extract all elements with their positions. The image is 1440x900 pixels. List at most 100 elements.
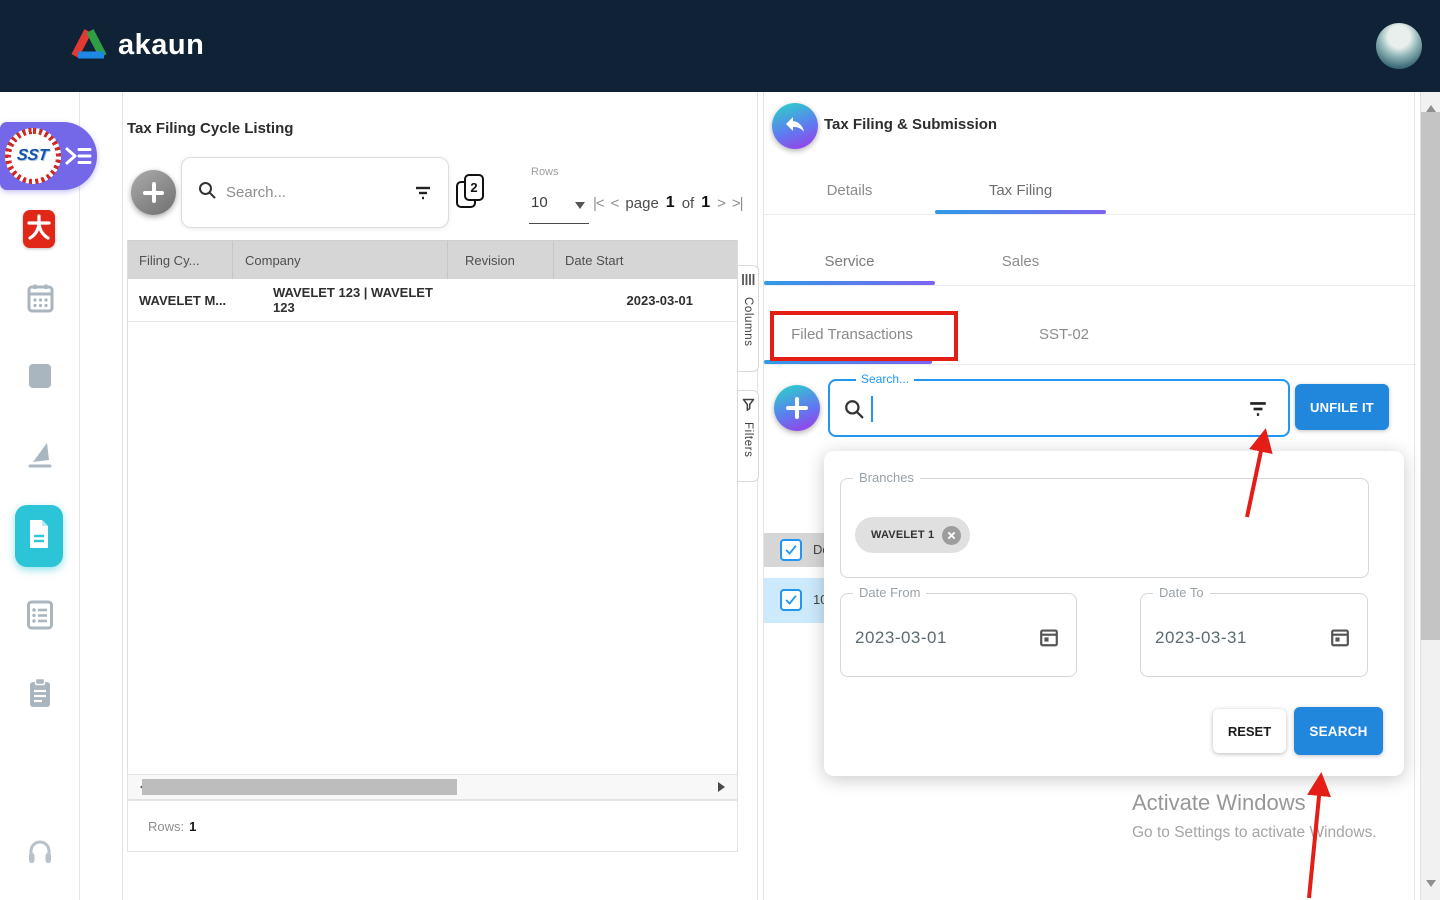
tab-sales[interactable]: Sales (935, 236, 1106, 286)
filters-tab-label: Filters (742, 422, 754, 458)
pagination-prev-button[interactable]: < (611, 195, 620, 212)
search-input-label: Search... (856, 372, 915, 386)
divider-level3 (764, 364, 1416, 365)
sidebar-item-support[interactable] (0, 837, 80, 872)
pagination-of-label: of (681, 194, 695, 212)
sidebar-item-sst-active[interactable]: SST (0, 122, 97, 190)
tab-tax-filing[interactable]: Tax Filing (935, 165, 1106, 215)
transaction-row-partial[interactable]: 10 (764, 578, 824, 623)
page-scrollbar-thumb[interactable] (1421, 112, 1440, 640)
columns-tab-label: Columns (742, 297, 754, 347)
rows-caret-icon (575, 202, 585, 214)
filter-icon[interactable] (1248, 401, 1268, 417)
document-icon (27, 518, 51, 555)
table-footer: Rows: 1 (127, 800, 738, 852)
square-icon (28, 363, 52, 394)
brand-name: akaun (118, 29, 205, 61)
brand-logo: akaun (70, 26, 204, 65)
tab-sst-02[interactable]: SST-02 (964, 309, 1164, 359)
date-to-field[interactable]: Date To 2023-03-31 (1140, 585, 1368, 677)
pagination-first-button[interactable]: |< (593, 195, 605, 212)
scroll-right-icon[interactable] (718, 782, 730, 792)
chip-close-icon[interactable] (942, 525, 962, 545)
copy-front-page: 2 (464, 174, 484, 201)
sidebar-item-box[interactable] (0, 363, 80, 394)
tab-row-level3: Filed Transactions SST-02 (764, 309, 1416, 359)
date-to-label: Date To (1153, 585, 1210, 600)
transactions-search-input[interactable]: Search... (828, 372, 1290, 437)
copy-count: 2 (470, 180, 478, 195)
search-icon (198, 181, 216, 204)
horizontal-scrollbar-thumb[interactable] (142, 779, 457, 795)
tab-row-level1: Details Tax Filing (764, 165, 1416, 215)
page-scrollbar[interactable] (1420, 92, 1440, 900)
branch-chip-label: WAVELET 1 (871, 529, 935, 541)
header-fragment: Do (813, 542, 824, 557)
row-checkbox[interactable] (780, 589, 802, 611)
row-fragment: 10 (813, 592, 824, 607)
tax-filing-cycle-panel: Tax Filing Cycle Listing Search... 2 Row… (122, 92, 759, 900)
app-viewport: akaun SST Tax Filing Cycle Listing Searc… (0, 0, 1440, 900)
page-title: Tax Filing Cycle Listing (127, 120, 294, 137)
horizontal-scrollbar[interactable] (127, 774, 738, 800)
pagination-current-page: 1 (665, 194, 675, 211)
app-sidebar: SST (0, 92, 97, 900)
filters-side-tab[interactable]: Filters (737, 390, 759, 482)
columns-side-tab[interactable]: Columns (737, 265, 759, 372)
cell-company: WAVELET 123 | WAVELET 123 (273, 285, 433, 315)
pagination-page-label: page (625, 194, 659, 212)
tab-service[interactable]: Service (764, 236, 935, 286)
panel-title: Tax Filing & Submission (824, 116, 998, 133)
filter-icon[interactable] (414, 186, 432, 200)
add-transaction-button[interactable] (774, 385, 820, 431)
list-icon (27, 600, 53, 635)
pagination: |< < page 1 of 1 > >| (593, 191, 744, 215)
add-filing-cycle-button[interactable] (131, 170, 176, 215)
date-from-label: Date From (853, 585, 927, 600)
calendar-icon[interactable] (1038, 626, 1060, 653)
column-header-company: Company (233, 241, 448, 279)
top-navbar: akaun (0, 0, 1440, 92)
text-caret (871, 396, 873, 422)
activate-windows-watermark: Activate Windows (1132, 790, 1306, 815)
branches-label: Branches (853, 470, 920, 485)
branch-chip[interactable]: WAVELET 1 (855, 517, 971, 553)
user-avatar[interactable] (1376, 23, 1422, 69)
scroll-down-icon[interactable] (1426, 880, 1436, 892)
calendar-icon[interactable] (1329, 626, 1351, 653)
activate-windows-subtext: Go to Settings to activate Windows. (1132, 824, 1377, 841)
table-row[interactable]: WAVELET M... WAVELET 123 | WAVELET 123 2… (128, 279, 737, 322)
pagination-next-button[interactable]: > (717, 195, 726, 212)
filter-search-button[interactable]: SEARCH (1294, 707, 1383, 755)
copy-pages-icon[interactable]: 2 (456, 174, 488, 212)
date-from-field[interactable]: Date From 2023-03-01 (840, 585, 1077, 677)
filing-cycle-table: Filing Cy... Company Revision Date Start… (127, 240, 738, 774)
tab-filed-transactions[interactable]: Filed Transactions (764, 309, 940, 359)
transactions-table-header-partial: Do (764, 533, 824, 567)
sidebar-item-clipboard[interactable] (0, 677, 80, 714)
filter-dropdown-panel: Branches WAVELET 1 Date From 2023-03-01 (824, 451, 1404, 776)
sidebar-item-sail[interactable] (0, 440, 80, 475)
pagination-last-button[interactable]: >| (732, 195, 744, 212)
unfile-it-button[interactable]: UNFILE IT (1295, 384, 1389, 430)
footer-rows-label: Rows: (148, 818, 185, 834)
rows-per-page-select[interactable]: 10 (529, 188, 589, 224)
sidebar-item-list[interactable] (0, 600, 80, 635)
scroll-up-icon[interactable] (1426, 100, 1436, 112)
back-button[interactable] (772, 103, 818, 149)
pagination-total-pages: 1 (701, 194, 711, 211)
reset-button[interactable]: RESET (1213, 709, 1286, 753)
branches-field: Branches WAVELET 1 (840, 470, 1369, 578)
sidebar-item-tax-filing-active[interactable] (15, 505, 63, 567)
select-all-checkbox[interactable] (780, 539, 802, 561)
sst-logo: SST (5, 128, 61, 184)
sidebar-item-calendar[interactable] (0, 283, 80, 318)
cycle-search-input[interactable]: Search... (181, 157, 449, 228)
tab-details[interactable]: Details (764, 165, 935, 215)
brand-triangle-icon (70, 26, 108, 65)
sidebar-toggle-icon[interactable] (64, 146, 92, 166)
footer-rows-count: 1 (189, 818, 197, 834)
calendar-icon (27, 283, 54, 318)
date-from-value: 2023-03-01 (855, 628, 947, 647)
sidebar-item-dai-app[interactable] (23, 210, 55, 248)
